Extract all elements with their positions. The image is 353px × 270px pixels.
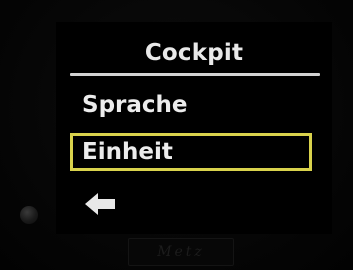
menu-item-einheit[interactable]: Einheit <box>70 133 312 171</box>
menu-item-sprache[interactable]: Sprache <box>70 88 312 126</box>
control-knob[interactable] <box>20 206 38 224</box>
page-title: Cockpit <box>144 40 244 66</box>
back-button[interactable] <box>84 192 116 216</box>
title-divider <box>70 73 320 76</box>
brand-logo: Metz <box>128 238 234 266</box>
menu-screen: Cockpit Sprache Einheit <box>56 22 332 234</box>
left-arrow-icon <box>85 193 115 215</box>
camera-device-body: Cockpit Sprache Einheit Metz <box>0 0 353 270</box>
